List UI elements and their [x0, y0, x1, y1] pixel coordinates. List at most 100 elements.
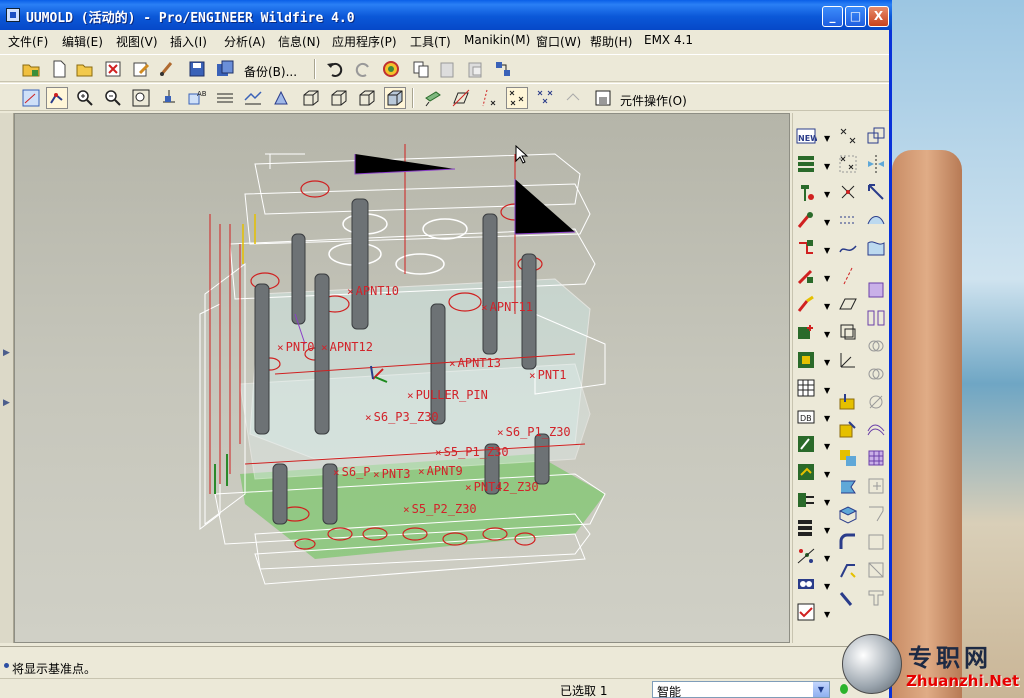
database-button[interactable]: DB — [795, 405, 819, 429]
dropdown-arrow-icon[interactable]: ▼ — [824, 330, 830, 339]
dropdown-arrow-icon[interactable]: ▼ — [824, 442, 830, 451]
mirror-button[interactable] — [865, 153, 889, 177]
title-bar[interactable]: UUMOLD (活动的) - Pro/ENGINEER Wildfire 4.0… — [0, 0, 892, 30]
axis-button[interactable] — [837, 265, 861, 289]
zoom-in-button[interactable] — [74, 87, 96, 109]
maximize-button[interactable]: □ — [845, 6, 866, 27]
move-button[interactable] — [865, 181, 889, 205]
curve-button[interactable] — [837, 237, 861, 261]
expand-arrow-icon[interactable]: ▶ — [3, 348, 10, 358]
plane-button[interactable] — [837, 293, 861, 317]
component-ops-button[interactable]: 元件操作(O) — [620, 92, 687, 109]
merge-button[interactable] — [865, 335, 889, 359]
dropdown-arrow-icon[interactable]: ▼ — [824, 386, 830, 395]
thicken-button[interactable] — [865, 475, 889, 499]
selection-filter-dropdown[interactable]: 智能 ▼ — [652, 681, 830, 698]
dropdown-arrow-icon[interactable]: ▼ — [824, 190, 830, 199]
brush-button[interactable] — [156, 58, 178, 80]
boundary-button[interactable] — [865, 237, 889, 261]
wireframe-button[interactable] — [300, 87, 322, 109]
fill-button[interactable] — [865, 447, 889, 471]
menu-analysis[interactable]: 分析(A) — [224, 33, 266, 50]
hole-button[interactable] — [837, 503, 861, 527]
check-button[interactable] — [795, 601, 819, 625]
edit-sketch-button[interactable] — [130, 58, 152, 80]
expand-arrow-icon[interactable]: ▶ — [3, 398, 10, 408]
save-button[interactable] — [186, 58, 208, 80]
sketch-button[interactable] — [837, 321, 861, 345]
wrap-button[interactable] — [865, 587, 889, 611]
dropdown-arrow-icon[interactable]: ▼ — [824, 582, 830, 591]
model-tree-collapse-gutter[interactable]: ▶ ▶ — [0, 113, 14, 643]
graphics-window[interactable]: APNT10 APNT11 PNT0 APNT12 APNT13 PNT1 PU… — [14, 113, 790, 643]
datum-planes-button[interactable] — [422, 87, 444, 109]
draft-button[interactable] — [837, 587, 861, 611]
open-button[interactable] — [74, 58, 96, 80]
datum-axes-button[interactable] — [450, 87, 472, 109]
split-button[interactable] — [795, 461, 819, 485]
screw-button[interactable] — [795, 181, 819, 205]
mold-assembly-model[interactable] — [15, 114, 790, 643]
point-label[interactable]: PNT1 — [529, 368, 567, 382]
regenerate-button[interactable] — [380, 58, 402, 80]
menu-applications[interactable]: 应用程序(P) — [332, 33, 397, 50]
point-label[interactable]: APNT11 — [481, 300, 533, 314]
revolve-button[interactable] — [837, 419, 861, 443]
extend-button[interactable] — [865, 531, 889, 555]
ejector-pin-button[interactable] — [795, 209, 819, 233]
mold-base-button[interactable] — [795, 153, 819, 177]
dropdown-arrow-icon[interactable]: ▼ — [824, 526, 830, 535]
dropdown-arrow-icon[interactable]: ▼ — [824, 554, 830, 563]
copy-button[interactable] — [410, 58, 432, 80]
lifter-button[interactable] — [795, 293, 819, 317]
menu-help[interactable]: 帮助(H) — [590, 33, 632, 50]
point-label[interactable]: PNT0 — [277, 340, 315, 354]
redo-button[interactable] — [352, 58, 374, 80]
menu-manikin[interactable]: Manikin(M) — [464, 33, 530, 47]
sweep-button[interactable] — [837, 475, 861, 499]
dropdown-arrow-icon[interactable]: ▼ — [824, 358, 830, 367]
point-label[interactable]: APNT9 — [418, 464, 463, 478]
shading-button[interactable] — [384, 87, 406, 109]
appearance-button[interactable] — [270, 87, 292, 109]
new-mold-button[interactable]: NEW — [795, 125, 819, 149]
backup-button[interactable]: 备份(B)... — [244, 63, 297, 80]
blend-button[interactable] — [837, 447, 861, 471]
point-label[interactable]: S5_P1_Z30 — [435, 445, 509, 459]
zoom-out-button[interactable] — [102, 87, 124, 109]
spin-center-button[interactable] — [46, 87, 68, 109]
component-edit-button[interactable] — [795, 349, 819, 373]
datum-points-button[interactable] — [478, 87, 500, 109]
library-button[interactable] — [795, 573, 819, 597]
grid-button[interactable] — [795, 377, 819, 401]
menu-info[interactable]: 信息(N) — [278, 33, 320, 50]
backup-icon-button[interactable] — [214, 58, 236, 80]
hidden-line-button[interactable] — [328, 87, 350, 109]
point-label[interactable]: APNT12 — [321, 340, 373, 354]
no-hidden-button[interactable] — [356, 87, 378, 109]
dropdown-arrow-icon[interactable]: ▼ — [824, 274, 830, 283]
point-label[interactable]: S6_P — [333, 465, 371, 479]
relations-button[interactable] — [492, 58, 514, 80]
layers-button[interactable] — [242, 87, 264, 109]
split-volume-button[interactable] — [865, 307, 889, 331]
point-label[interactable]: S5_P2_Z30 — [403, 502, 477, 516]
surface-button[interactable] — [865, 209, 889, 233]
undo-button[interactable] — [324, 58, 346, 80]
chamfer-button[interactable] — [837, 559, 861, 583]
paste-button[interactable] — [436, 58, 458, 80]
menu-tools[interactable]: 工具(T) — [410, 33, 451, 50]
point-label[interactable]: APNT13 — [449, 356, 501, 370]
chevron-down-icon[interactable]: ▼ — [813, 682, 829, 697]
view-manager-button[interactable] — [214, 87, 236, 109]
dropdown-arrow-icon[interactable]: ▼ — [824, 218, 830, 227]
cooling-button[interactable] — [795, 237, 819, 261]
solidify-button[interactable] — [865, 503, 889, 527]
dropdown-arrow-icon[interactable]: ▼ — [824, 470, 830, 479]
dropdown-arrow-icon[interactable]: ▼ — [824, 414, 830, 423]
point-label[interactable]: PNT42_Z30 — [465, 480, 539, 494]
minimize-button[interactable]: _ — [822, 6, 843, 27]
trim-button[interactable] — [865, 391, 889, 415]
close-window-button[interactable] — [102, 58, 124, 80]
point-label[interactable]: PNT3 — [373, 467, 411, 481]
